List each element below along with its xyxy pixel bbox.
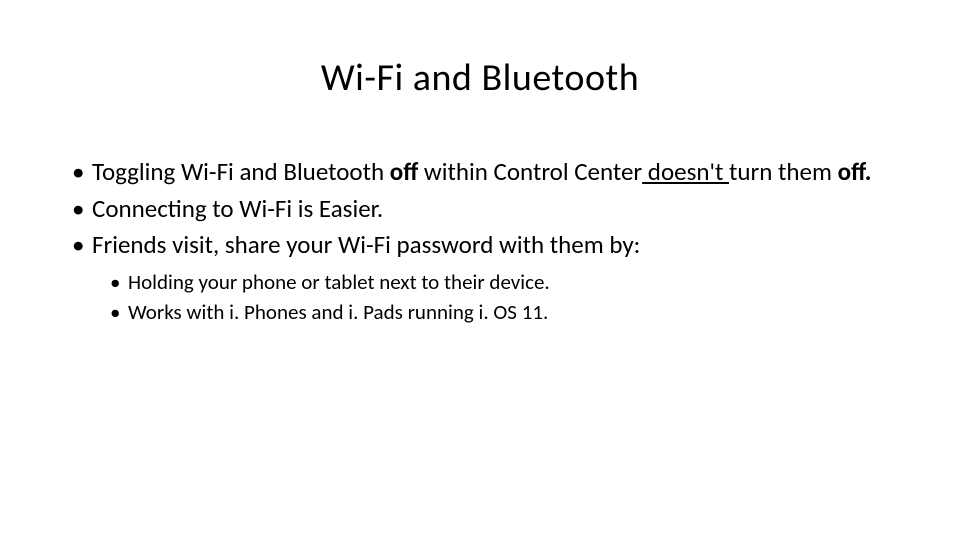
sub-bullet-item: Holding your phone or tablet next to the…: [70, 268, 890, 296]
bullet-list: Toggling Wi-Fi and Bluetooth off within …: [70, 156, 890, 262]
sub-bullet-item: Works with i. Phones and i. Pads running…: [70, 298, 890, 326]
text-segment-underline: doesn't: [642, 156, 729, 187]
sub-bullet-list: Holding your phone or tablet next to the…: [70, 268, 890, 327]
bullet-item: Toggling Wi-Fi and Bluetooth off within …: [70, 156, 890, 189]
text-segment: within Control Center: [418, 156, 642, 187]
text-segment-bold: off: [390, 156, 418, 187]
text-segment: Friends visit, share your Wi-Fi password…: [92, 229, 640, 260]
text-segment: Holding your phone or tablet next to the…: [128, 269, 550, 295]
text-segment: Works with i. Phones and i. Pads running…: [128, 299, 548, 325]
slide-container: Wi-Fi and Bluetooth Toggling Wi-Fi and B…: [0, 0, 960, 383]
bullet-item: Friends visit, share your Wi-Fi password…: [70, 229, 890, 262]
bullet-item: Connecting to Wi-Fi is Easier.: [70, 193, 890, 226]
text-segment: Toggling Wi-Fi and Bluetooth: [92, 156, 390, 187]
text-segment-bold: off.: [838, 156, 872, 187]
text-segment: Connecting to Wi-Fi is Easier.: [92, 193, 383, 224]
text-segment: turn them: [729, 156, 838, 187]
slide-title: Wi-Fi and Bluetooth: [70, 55, 890, 101]
